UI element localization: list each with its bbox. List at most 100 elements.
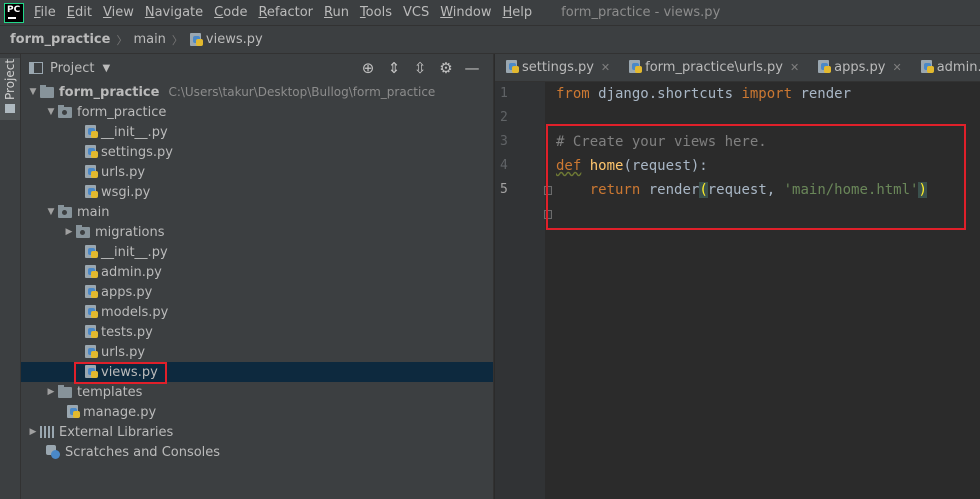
tab-admin[interactable]: admin.py ✕ <box>910 54 980 81</box>
tab-urls[interactable]: form_practice\urls.py ✕ <box>618 54 807 81</box>
tree-item-label: templates <box>77 384 143 400</box>
package-folder-icon <box>58 204 72 218</box>
chevron-down-icon[interactable]: ▼ <box>44 107 58 117</box>
chevron-right-icon[interactable]: ▶ <box>26 427 40 437</box>
tree-item-scratches[interactable]: Scratches and Consoles <box>21 442 493 462</box>
python-file-icon <box>505 60 519 74</box>
folder-icon <box>5 104 15 113</box>
python-file-icon <box>84 145 98 159</box>
package-folder-icon <box>76 224 90 238</box>
annotation-highlight-box <box>546 124 966 230</box>
tree-item-label: main <box>77 204 110 220</box>
python-file-icon <box>84 185 98 199</box>
python-file-icon <box>84 325 98 339</box>
chevron-down-icon[interactable]: ▼ <box>102 63 110 74</box>
tree-item-folder[interactable]: ▶ migrations <box>21 222 493 242</box>
tree-item-file[interactable]: tests.py <box>21 322 493 342</box>
python-file-icon <box>84 345 98 359</box>
menu-view[interactable]: View <box>103 5 142 20</box>
tree-item-file[interactable]: __init__.py <box>21 242 493 262</box>
tree-item-file[interactable]: urls.py <box>21 162 493 182</box>
tree-item-label: __init__.py <box>101 124 168 140</box>
project-tree: ▼ form_practice C:\Users\takur\Desktop\B… <box>21 82 493 462</box>
tree-item-folder[interactable]: ▶ templates <box>21 382 493 402</box>
tab-label: form_practice\urls.py <box>645 59 783 75</box>
menu-file[interactable]: File <box>34 5 64 20</box>
tree-item-file[interactable]: manage.py <box>21 402 493 422</box>
breadcrumb-project[interactable]: form_practice <box>10 32 110 47</box>
menu-window[interactable]: Window <box>440 5 499 20</box>
tab-settings[interactable]: settings.py ✕ <box>495 54 618 81</box>
breadcrumb: form_practice 〉 main 〉 views.py <box>0 25 980 54</box>
expand-all-icon[interactable]: ⇕ <box>381 59 407 77</box>
tree-item-file[interactable]: wsgi.py <box>21 182 493 202</box>
tree-item-label: form_practice <box>59 84 160 100</box>
chevron-down-icon[interactable]: ▼ <box>44 207 58 217</box>
python-file-icon <box>817 60 832 74</box>
collapse-all-icon[interactable]: ⇳ <box>407 59 433 77</box>
python-file-icon <box>84 125 98 139</box>
tree-item-package[interactable]: ▼ form_practice <box>21 102 493 122</box>
line-number-gutter: 1 2 3 4 5 <box>495 82 552 499</box>
chevron-right-icon[interactable]: ▶ <box>62 227 76 237</box>
breadcrumb-separator-icon: 〉 <box>171 33 183 47</box>
tree-item-label: manage.py <box>83 404 157 420</box>
project-tool-tab[interactable]: Project <box>0 58 20 120</box>
breadcrumb-folder[interactable]: main <box>133 32 165 47</box>
tree-item-external-libraries[interactable]: ▶ External Libraries <box>21 422 493 442</box>
tree-item-file[interactable]: apps.py <box>21 282 493 302</box>
close-icon[interactable]: ✕ <box>601 61 610 74</box>
python-file-icon <box>84 265 98 279</box>
annotation-highlight-box <box>74 362 167 384</box>
left-tool-strip: Project <box>0 54 21 499</box>
tree-item-path: C:\Users\takur\Desktop\Bullog\form_pract… <box>168 85 436 99</box>
tab-apps[interactable]: apps.py ✕ <box>807 54 910 81</box>
tree-item-root[interactable]: ▼ form_practice C:\Users\takur\Desktop\B… <box>21 82 493 102</box>
tree-item-file[interactable]: __init__.py <box>21 122 493 142</box>
python-file-icon <box>628 60 643 74</box>
chevron-down-icon[interactable]: ▼ <box>26 87 40 97</box>
tree-item-label: settings.py <box>101 144 173 160</box>
tree-item-file[interactable]: admin.py <box>21 262 493 282</box>
tree-item-label: models.py <box>101 304 169 320</box>
editor-panel: settings.py ✕ form_practice\urls.py ✕ ap… <box>495 54 980 499</box>
tab-label: admin.py <box>936 59 980 75</box>
menu-help[interactable]: Help <box>502 5 540 20</box>
gear-icon[interactable]: ⚙ <box>433 59 459 77</box>
menu-edit[interactable]: Edit <box>67 5 100 20</box>
tree-item-file[interactable]: settings.py <box>21 142 493 162</box>
close-icon[interactable]: ✕ <box>893 61 902 74</box>
breadcrumb-separator-icon: 〉 <box>116 33 128 47</box>
tree-item-label: __init__.py <box>101 244 168 260</box>
menu-run[interactable]: Run <box>324 5 357 20</box>
tree-item-label: wsgi.py <box>101 184 151 200</box>
folder-icon <box>40 84 54 98</box>
tab-label: settings.py <box>522 59 594 75</box>
project-view-icon <box>29 62 43 74</box>
breadcrumb-file[interactable]: views.py <box>206 32 263 47</box>
locate-icon[interactable]: ⊕ <box>355 59 381 77</box>
menu-refactor[interactable]: Refactor <box>258 5 321 20</box>
close-icon[interactable]: ✕ <box>790 61 799 74</box>
project-panel-title: Project <box>50 60 95 76</box>
project-panel-toolbar: ⊕ ⇕ ⇳ ⚙ — <box>355 59 485 77</box>
chevron-right-icon[interactable]: ▶ <box>44 387 58 397</box>
code-line-1: from django.shortcuts import render <box>556 86 852 102</box>
pycharm-logo-icon: PC <box>4 2 24 23</box>
project-panel: Project ▼ ⊕ ⇕ ⇳ ⚙ — ▼ form_practice C:\U… <box>21 54 494 499</box>
tree-item-file[interactable]: urls.py <box>21 342 493 362</box>
python-file-icon <box>84 305 98 319</box>
menu-bar: PC File Edit View Navigate Code Refactor… <box>0 0 980 25</box>
minimize-icon[interactable]: — <box>459 59 485 77</box>
menu-tools[interactable]: Tools <box>360 5 400 20</box>
tree-item-package[interactable]: ▼ main <box>21 202 493 222</box>
menu-navigate[interactable]: Navigate <box>145 5 211 20</box>
line-number: 5 <box>500 182 508 197</box>
python-file-icon <box>920 60 934 74</box>
tree-item-label: urls.py <box>101 164 146 180</box>
menu-vcs[interactable]: VCS <box>403 5 437 20</box>
menu-code[interactable]: Code <box>214 5 255 20</box>
library-icon <box>40 426 54 438</box>
tree-item-file[interactable]: models.py <box>21 302 493 322</box>
line-number: 2 <box>500 110 508 125</box>
